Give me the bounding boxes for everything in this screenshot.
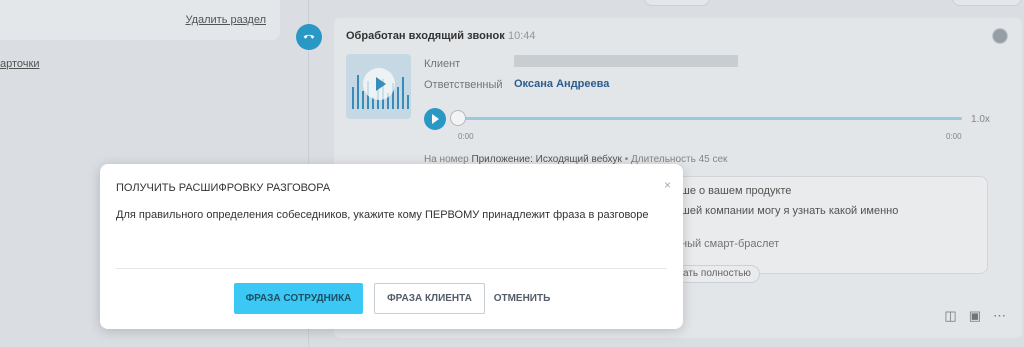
transcript-dialog: ПОЛУЧИТЬ РАСШИФРОВКУ РАЗГОВОРА × Для пра… bbox=[100, 164, 683, 329]
dialog-title: ПОЛУЧИТЬ РАСШИФРОВКУ РАЗГОВОРА bbox=[116, 182, 331, 194]
client-phrase-button[interactable]: ФРАЗА КЛИЕНТА bbox=[374, 283, 485, 314]
employee-phrase-button[interactable]: ФРАЗА СОТРУДНИКА bbox=[234, 283, 363, 314]
cancel-button[interactable]: ОТМЕНИТЬ bbox=[491, 283, 553, 314]
divider bbox=[116, 268, 667, 269]
close-icon[interactable]: × bbox=[664, 178, 671, 192]
dialog-text: Для правильного определения собеседников… bbox=[116, 209, 649, 221]
